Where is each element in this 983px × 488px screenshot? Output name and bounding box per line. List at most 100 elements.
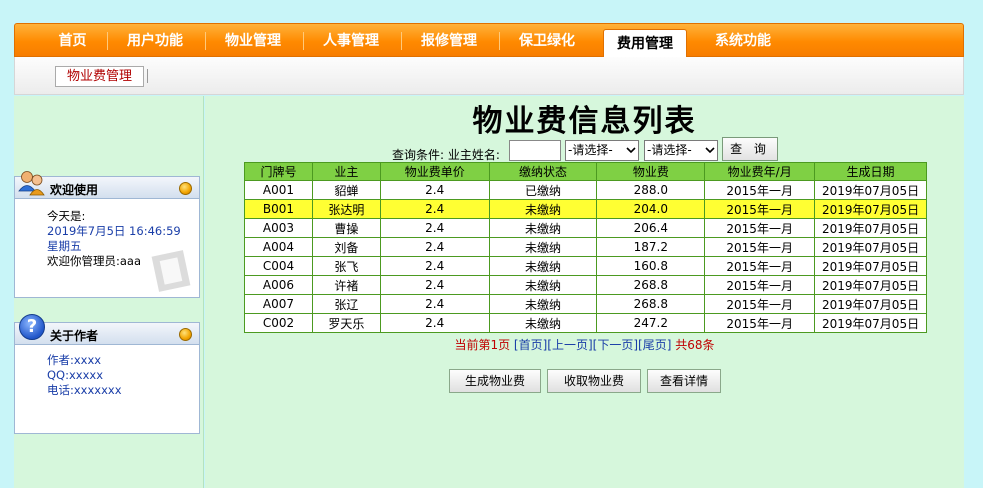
qq-info: QQ:xxxxx — [47, 368, 104, 382]
table-cell: 2015年一月 — [704, 180, 816, 200]
table-cell: 288.0 — [596, 180, 706, 200]
table-cell: 张飞 — [311, 256, 381, 276]
table-row[interactable]: A004 刘备 2.4 未缴纳 187.2 2015年一月 2019年07月05日 — [244, 237, 927, 257]
generate-fee-button[interactable]: 生成物业费 — [449, 369, 541, 393]
table-cell: 2.4 — [379, 199, 490, 219]
nav-item-system-functions[interactable]: 系统功能 — [703, 24, 783, 58]
table-row[interactable]: B001 张达明 2.4 未缴纳 204.0 2015年一月 2019年07月05日 — [244, 199, 927, 219]
table-cell: 268.8 — [596, 294, 706, 314]
table-cell: 罗天乐 — [311, 313, 381, 333]
table-cell: 2019年07月05日 — [814, 294, 927, 314]
table-cell: 张辽 — [311, 294, 381, 314]
table-cell: 247.2 — [596, 313, 706, 333]
nav-item-personnel-management[interactable]: 人事管理 — [311, 24, 391, 58]
table-cell: 2019年07月05日 — [814, 218, 927, 238]
nav-item-property-management[interactable]: 物业管理 — [213, 24, 293, 58]
nav-separator — [401, 32, 402, 50]
collapse-dot-icon[interactable] — [179, 182, 192, 195]
nav-item-security-greening[interactable]: 保卫绿化 — [507, 24, 587, 58]
table-cell: 2015年一月 — [704, 237, 816, 257]
query-button[interactable]: 查 询 — [722, 137, 778, 161]
view-details-button[interactable]: 查看详情 — [647, 369, 721, 393]
table-row[interactable]: C004 张飞 2.4 未缴纳 160.8 2015年一月 2019年07月05日 — [244, 256, 927, 276]
filter-select-2[interactable]: -请选择- — [644, 140, 718, 161]
left-sidebar: 欢迎使用 今天是: 2019年7月5日 16:46:59 星期五 欢迎你管理员:… — [14, 96, 204, 488]
total-count: 共68条 — [675, 338, 715, 352]
table-cell: 2.4 — [379, 275, 490, 295]
table-cell: 2015年一月 — [704, 199, 816, 219]
main-content: 物业费信息列表 查询条件: 业主姓名: -请选择- -请选择- 查 询 门牌号 … — [205, 96, 964, 488]
about-panel-title: 关于作者 — [50, 329, 99, 343]
first-page-link[interactable]: [首页] — [514, 338, 547, 352]
table-cell: 2019年07月05日 — [814, 237, 927, 257]
welcome-panel-title: 欢迎使用 — [50, 183, 99, 197]
table-cell: A004 — [244, 237, 313, 257]
chevron-down-icon — [626, 147, 636, 154]
table-cell: 未缴纳 — [488, 237, 598, 257]
table-cell: 2019年07月05日 — [814, 275, 927, 295]
subtab-property-fee-management[interactable]: 物业费管理 — [55, 66, 145, 87]
column-header: 业主 — [311, 162, 381, 181]
column-header: 生成日期 — [814, 162, 927, 181]
current-datetime: 2019年7月5日 16:46:59 — [47, 224, 181, 238]
filter-select-2-value: -请选择- — [647, 143, 692, 157]
table-cell: 未缴纳 — [488, 218, 598, 238]
column-header: 缴纳状态 — [488, 162, 598, 181]
table-row[interactable]: A001 貂蝉 2.4 已缴纳 288.0 2015年一月 2019年07月05日 — [244, 180, 927, 200]
table-cell: 2.4 — [379, 218, 490, 238]
table-cell: 2.4 — [379, 313, 490, 333]
subnav-separator — [147, 69, 148, 83]
nav-item-fee-management[interactable]: 费用管理 — [603, 29, 687, 58]
column-header: 物业费 — [596, 162, 706, 181]
collect-fee-button[interactable]: 收取物业费 — [547, 369, 641, 393]
table-cell: 187.2 — [596, 237, 706, 257]
column-header: 门牌号 — [244, 162, 313, 181]
table-row[interactable]: A003 曹操 2.4 未缴纳 206.4 2015年一月 2019年07月05日 — [244, 218, 927, 238]
filter-select-1[interactable]: -请选择- — [565, 140, 639, 161]
prev-page-link[interactable]: [上一页] — [547, 338, 592, 352]
film-watermark-icon — [151, 250, 191, 292]
table-cell: 未缴纳 — [488, 313, 598, 333]
table-cell: 未缴纳 — [488, 294, 598, 314]
nav-separator — [303, 32, 304, 50]
table-header-row: 门牌号 业主 物业费单价 缴纳状态 物业费 物业费年/月 生成日期 — [244, 162, 927, 181]
owner-name-input[interactable] — [509, 140, 561, 161]
nav-item-user-functions[interactable]: 用户功能 — [115, 24, 195, 58]
table-cell: 2019年07月05日 — [814, 313, 927, 333]
table-cell: 2015年一月 — [704, 218, 816, 238]
top-nav: 首页 用户功能 物业管理 人事管理 报修管理 保卫绿化 费用管理 系统功能 — [14, 23, 964, 58]
table-cell: 2.4 — [379, 294, 490, 314]
table-cell: 204.0 — [596, 199, 706, 219]
table-row[interactable]: A006 许褚 2.4 未缴纳 268.8 2015年一月 2019年07月05日 — [244, 275, 927, 295]
users-icon — [18, 171, 45, 196]
next-page-link[interactable]: [下一页] — [593, 338, 638, 352]
table-cell: A001 — [244, 180, 313, 200]
about-panel-header: ? 关于作者 — [15, 314, 199, 345]
last-page-link[interactable]: [尾页] — [638, 338, 671, 352]
table-row[interactable]: C002 罗天乐 2.4 未缴纳 247.2 2015年一月 2019年07月05日 — [244, 313, 927, 333]
table-cell: B001 — [244, 199, 313, 219]
nav-item-repair-management[interactable]: 报修管理 — [409, 24, 489, 58]
table-cell: 2015年一月 — [704, 294, 816, 314]
about-panel: ? 关于作者 作者:xxxx QQ:xxxxx 电话:xxxxxxx — [14, 314, 200, 434]
table-cell: 2019年07月05日 — [814, 199, 927, 219]
table-cell: 2015年一月 — [704, 256, 816, 276]
current-page: 当前第1页 — [454, 338, 511, 352]
table-cell: A007 — [244, 294, 313, 314]
welcome-panel: 欢迎使用 今天是: 2019年7月5日 16:46:59 星期五 欢迎你管理员:… — [14, 171, 200, 298]
table-cell: 刘备 — [311, 237, 381, 257]
table-row[interactable]: A007 张辽 2.4 未缴纳 268.8 2015年一月 2019年07月05日 — [244, 294, 927, 314]
nav-item-home[interactable]: 首页 — [45, 24, 100, 58]
fee-table: 门牌号 业主 物业费单价 缴纳状态 物业费 物业费年/月 生成日期 A001 貂蝉… — [244, 162, 927, 333]
table-cell: 2019年07月05日 — [814, 180, 927, 200]
pagination: 当前第1页 [首页][上一页][下一页][尾页] 共68条 — [205, 336, 964, 353]
collapse-dot-icon[interactable] — [179, 328, 192, 341]
table-cell: C004 — [244, 256, 313, 276]
sub-nav: 物业费管理 — [14, 57, 964, 95]
table-cell: 2.4 — [379, 237, 490, 257]
table-cell: 许褚 — [311, 275, 381, 295]
table-cell: 2015年一月 — [704, 313, 816, 333]
table-cell: C002 — [244, 313, 313, 333]
phone-info: 电话:xxxxxxx — [47, 383, 122, 397]
table-cell: 206.4 — [596, 218, 706, 238]
